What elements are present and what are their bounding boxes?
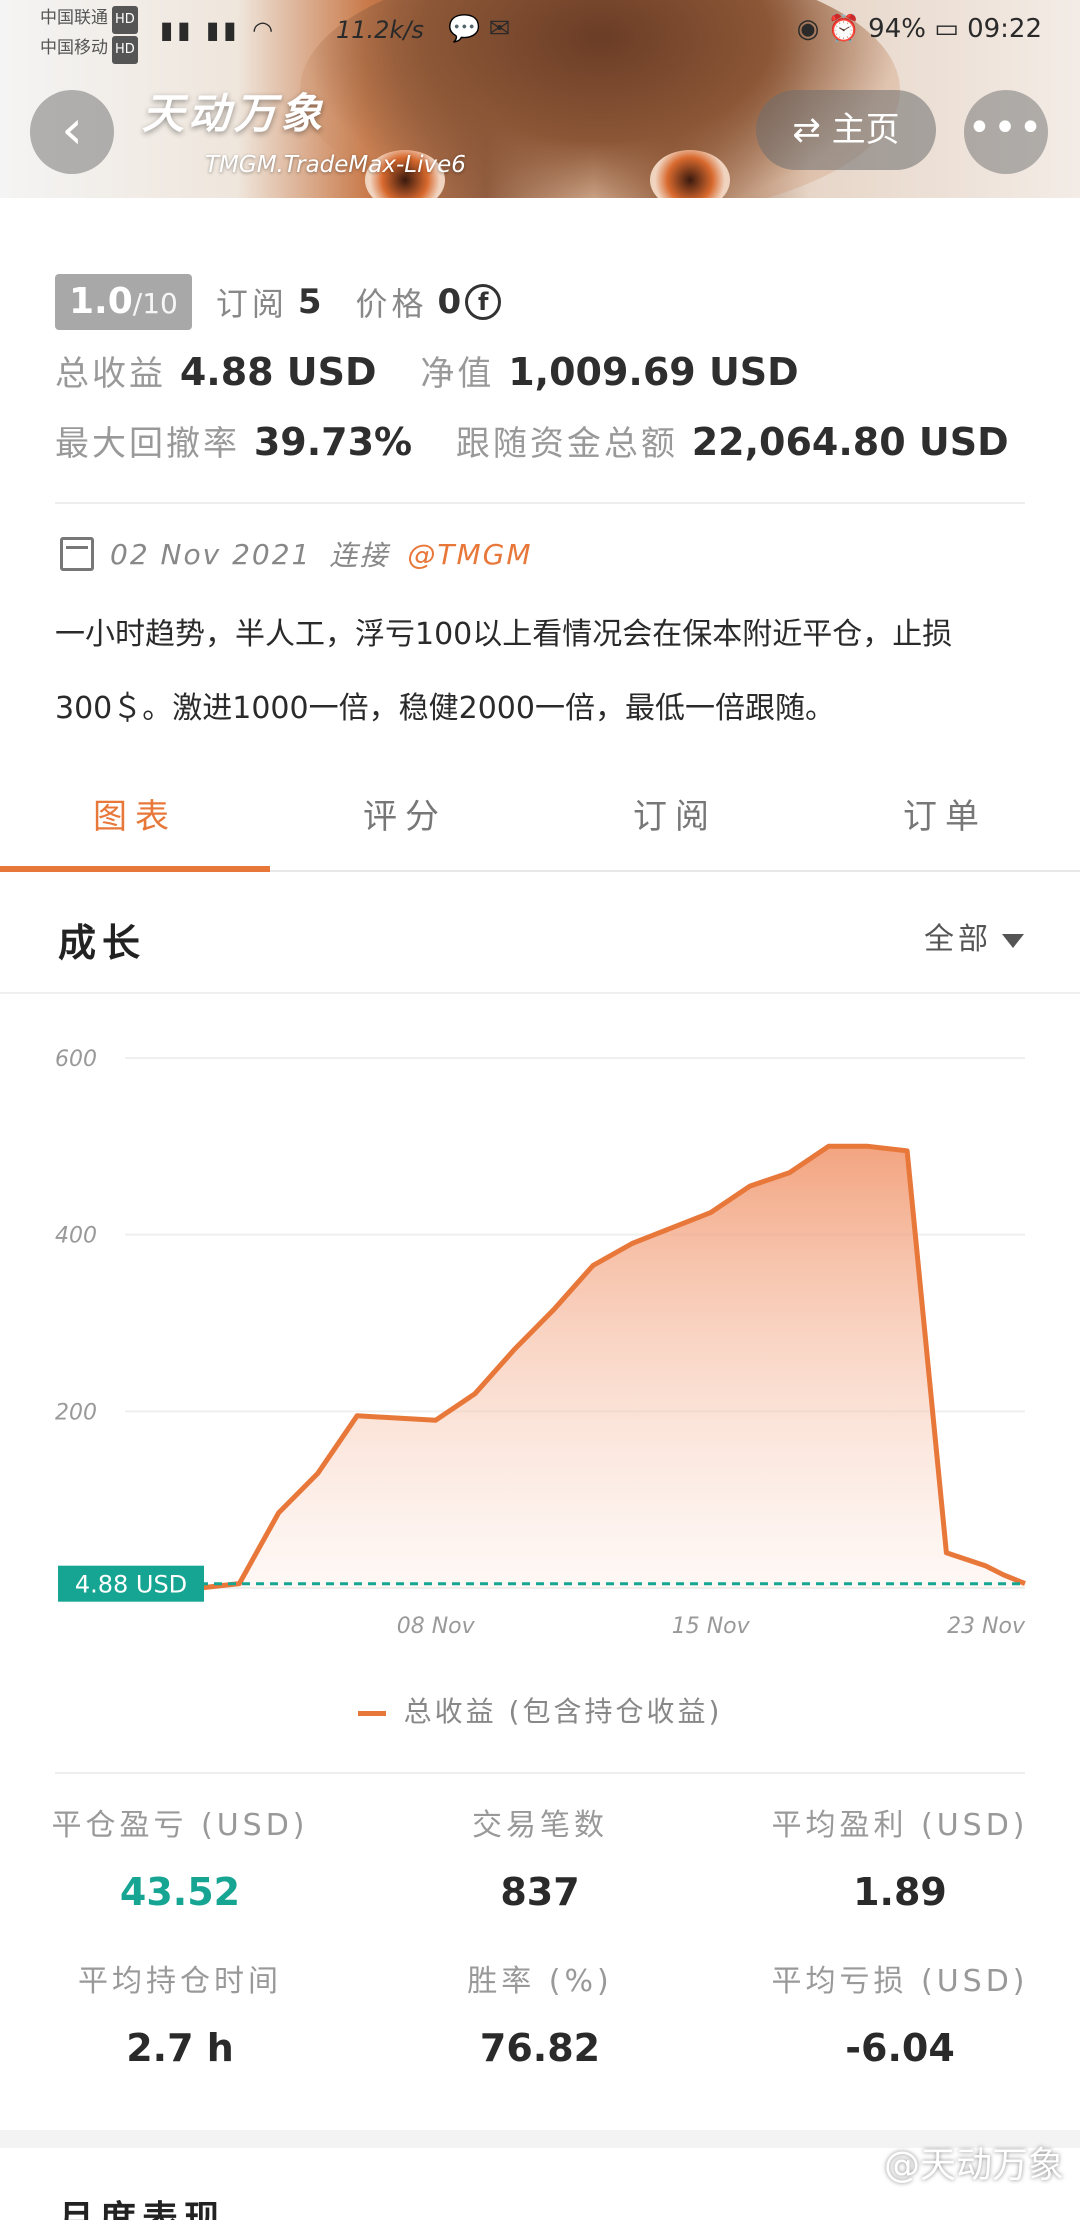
hd-badge: HD xyxy=(112,36,138,64)
page: 中国联通 HD 中国移动 HD ▮▮ ▮▮ ◠ 11.2k/s 💬 ✉ ◉ ⏰ 94… xyxy=(0,0,1080,2220)
tab-bar: 图表 评分 订阅 订单 xyxy=(0,770,1080,872)
battery-icon: ▭ xyxy=(934,14,959,44)
chevron-left-icon: ‹ xyxy=(61,98,83,161)
stat-closed-pnl: 平仓盈亏 (USD) 43.52 xyxy=(0,1800,360,1914)
coin-icon: f xyxy=(465,284,502,320)
range-dropdown[interactable]: 全部 xyxy=(924,914,1024,958)
battery-percent: 94% xyxy=(868,14,926,44)
equity-value: 1,009.69 USD xyxy=(508,350,799,394)
stat-value: 837 xyxy=(500,1870,580,1914)
stat-value: 2.7 h xyxy=(126,2026,234,2070)
broker-link[interactable]: @TMGM xyxy=(407,538,532,571)
growth-header: 成长 全部 xyxy=(0,874,1080,994)
calendar-icon xyxy=(60,537,94,571)
price-label: 价格 xyxy=(355,285,428,323)
date-row: 02 Nov 2021 连接 @TMGM xyxy=(60,534,532,574)
stat-avg-hold-time: 平均持仓时间 2.7 h xyxy=(0,1956,360,2070)
rating-denominator: /10 xyxy=(132,287,178,320)
stat-value: 76.82 xyxy=(479,2026,601,2070)
dropdown-arrow-icon xyxy=(1002,933,1024,948)
stat-label: 平均持仓时间 xyxy=(78,1964,282,1999)
total-profit-label: 总收益 xyxy=(55,354,166,394)
hd-badge: HD xyxy=(112,6,138,34)
follow-funds-label: 跟随资金总额 xyxy=(455,424,678,464)
growth-title: 成长 xyxy=(58,921,147,965)
stat-label: 平均亏损 (USD) xyxy=(771,1964,1029,1999)
x-tick-label: 08 Nov xyxy=(397,1614,476,1639)
y-tick-label: 400 xyxy=(55,1224,97,1249)
series-area xyxy=(200,1146,1025,1588)
notification-icons: 💬 ✉ xyxy=(448,14,511,44)
total-profit-value: 4.88 USD xyxy=(179,350,377,394)
price-value: 0 xyxy=(437,282,462,322)
max-drawdown-label: 最大回撤率 xyxy=(55,424,240,464)
x-tick-label: 23 Nov xyxy=(947,1614,1026,1639)
chart-legend: 总收益 (包含持仓收益) xyxy=(0,1690,1080,1730)
stat-value: -6.04 xyxy=(845,2026,955,2070)
stat-value: 43.52 xyxy=(119,1870,241,1914)
carrier-info: 中国联通 HD 中国移动 HD xyxy=(40,4,138,64)
carrier1-label: 中国联通 xyxy=(40,8,108,28)
eye-icon: ◉ xyxy=(796,14,820,44)
stat-trade-count: 交易笔数 837 xyxy=(360,1800,720,1914)
clock: 09:22 xyxy=(967,14,1042,44)
max-drawdown-value: 39.73% xyxy=(253,420,413,464)
y-tick-label: 200 xyxy=(55,1400,97,1425)
tab-rating[interactable]: 评分 xyxy=(270,770,540,870)
carrier2-label: 中国移动 xyxy=(40,38,108,58)
account-subtitle: TMGM.TradeMax-Live6 xyxy=(205,152,466,178)
swap-icon: ⇄ xyxy=(792,110,821,150)
y-tick-label: 600 xyxy=(55,1047,97,1072)
back-button[interactable]: ‹ xyxy=(30,90,114,174)
status-bar: 中国联通 HD 中国移动 HD ▮▮ ▮▮ ◠ 11.2k/s 💬 ✉ ◉ ⏰ 94… xyxy=(0,0,1080,64)
stat-avg-profit: 平均盈利 (USD) 1.89 xyxy=(720,1800,1080,1914)
start-date: 02 Nov 2021 xyxy=(110,537,312,571)
stat-label: 胜率 (%) xyxy=(467,1964,613,1999)
tab-orders[interactable]: 订单 xyxy=(810,770,1080,870)
current-value-badge-text: 4.88 USD xyxy=(75,1571,187,1599)
profit-row: 总收益 4.88 USD 净值 1,009.69 USD xyxy=(55,346,829,395)
rating-row: 1.0/10 订阅 5 价格 0 f xyxy=(55,274,502,330)
subscribe-count: 5 xyxy=(297,282,322,322)
network-speed: 11.2k/s xyxy=(336,16,424,44)
rating-value: 1.0 xyxy=(69,281,133,322)
range-value: 全部 xyxy=(924,922,992,957)
alarm-icon: ⏰ xyxy=(827,14,860,44)
connect-label: 连接 xyxy=(329,539,390,572)
strategy-description: 一小时趋势，半人工，浮亏100以上看情况会在保本附近平仓，止损300＄。激进10… xyxy=(55,617,953,726)
tab-subscribe[interactable]: 订阅 xyxy=(540,770,810,870)
stat-win-rate: 胜率 (%) 76.82 xyxy=(360,1956,720,2070)
page-title: 天动万象 xyxy=(142,89,327,138)
divider xyxy=(55,1772,1025,1774)
subscribe-label: 订阅 xyxy=(215,285,288,323)
monthly-performance-title: 月度表现 xyxy=(58,2199,227,2220)
equity-label: 净值 xyxy=(420,354,495,394)
drawdown-row: 最大回撤率 39.73% 跟随资金总额 22,064.80 USD xyxy=(55,416,1009,465)
stat-avg-loss: 平均亏损 (USD) -6.04 xyxy=(720,1956,1080,2070)
follow-funds-value: 22,064.80 USD xyxy=(691,420,1009,464)
stat-value: 1.89 xyxy=(853,1870,947,1914)
stat-label: 交易笔数 xyxy=(472,1808,608,1843)
growth-chart[interactable]: 200 400 600 4.88 USD 08 Nov 15 Nov 23 Nov xyxy=(0,1000,1080,1760)
stat-label: 平均盈利 (USD) xyxy=(771,1808,1029,1843)
more-dots-icon: ••• xyxy=(967,105,1045,151)
x-tick-label: 15 Nov xyxy=(672,1614,751,1639)
legend-swatch xyxy=(357,1710,386,1716)
tab-chart[interactable]: 图表 xyxy=(0,770,270,872)
watermark: @天动万象 xyxy=(883,2145,1064,2186)
rating-badge: 1.0/10 xyxy=(55,274,192,330)
stat-label: 平仓盈亏 (USD) xyxy=(51,1808,309,1843)
more-options-button[interactable]: ••• xyxy=(964,90,1048,174)
signal-icon: ▮▮ ▮▮ ◠ xyxy=(160,16,278,44)
legend-label: 总收益 (包含持仓收益) xyxy=(403,1695,723,1728)
home-label: 主页 xyxy=(831,110,900,150)
home-button[interactable]: ⇄ 主页 xyxy=(756,90,936,170)
divider xyxy=(55,502,1025,504)
status-right: ◉ ⏰ 94% ▭ 09:22 xyxy=(797,14,1042,44)
